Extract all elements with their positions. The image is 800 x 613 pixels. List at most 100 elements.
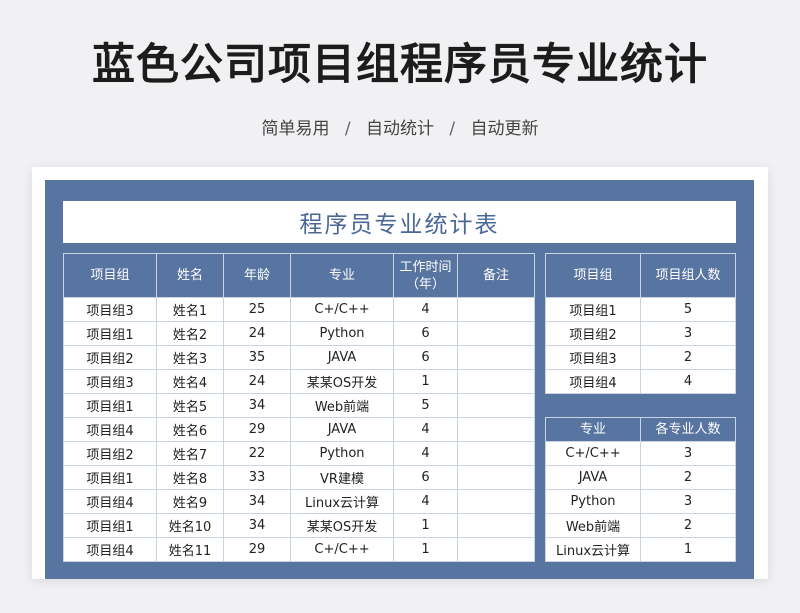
table-cell-work-years: 4 [393, 489, 458, 514]
group-count-table: 项目组 项目组人数 项目组1 5 项目组2 3 项目组3 2 项目组4 4 [545, 253, 736, 394]
table-cell-work-years: 1 [393, 513, 458, 538]
table-cell-major-count: 2 [640, 465, 736, 490]
column-header-major: 专业 [290, 253, 394, 298]
table-cell-age: 34 [223, 489, 291, 514]
column-header-age: 年龄 [223, 253, 291, 298]
tag-separator: / [344, 119, 351, 139]
table-cell-major: Web前端 [545, 513, 641, 538]
column-header-work-years: 工作时间 （年） [393, 253, 458, 298]
table-cell-group-count: 5 [640, 297, 736, 322]
table-cell-name: 姓名10 [156, 513, 224, 538]
table-cell-group: 项目组1 [63, 465, 157, 490]
table-cell-group: 项目组3 [63, 369, 157, 394]
table-header-row: 项目组 姓名 年龄 专业 工作时间 （年） 备注 [63, 253, 535, 298]
table-row: Python 3 [545, 489, 736, 514]
table-cell-name: 姓名11 [156, 537, 224, 562]
table-cell-age: 29 [223, 417, 291, 442]
table-cell-major: JAVA [545, 465, 641, 490]
table-cell-notes [457, 537, 535, 562]
tag-separator: / [449, 119, 456, 139]
page-title: 蓝色公司项目组程序员专业统计 [92, 40, 708, 90]
table-cell-group: 项目组2 [63, 345, 157, 370]
table-cell-major: JAVA [290, 417, 394, 442]
table-cell-notes [457, 297, 535, 322]
table-cell-work-years: 6 [393, 345, 458, 370]
table-row: 项目组4 姓名11 29 C+/C++ 1 [63, 537, 535, 562]
table-cell-age: 25 [223, 297, 291, 322]
table-cell-name: 姓名1 [156, 297, 224, 322]
table-row: 项目组1 5 [545, 297, 736, 322]
table-cell-group-count: 3 [640, 321, 736, 346]
table-cell-notes [457, 369, 535, 394]
table-cell-group: 项目组4 [545, 369, 641, 394]
column-header-group-count: 项目组人数 [640, 253, 736, 298]
major-count-table: 专业 各专业人数 C+/C++ 3 JAVA 2 Python 3 Web前端 2 Linux云计… [545, 417, 736, 562]
table-header-row: 专业 各专业人数 [545, 417, 736, 442]
table-cell-major-count: 1 [640, 537, 736, 562]
column-header-major-count: 各专业人数 [640, 417, 736, 442]
table-row: Linux云计算 1 [545, 537, 736, 562]
table-cell-group: 项目组4 [63, 537, 157, 562]
column-header-major: 专业 [545, 417, 641, 442]
table-cell-notes [457, 417, 535, 442]
table-cell-age: 29 [223, 537, 291, 562]
table-cell-group: 项目组3 [545, 345, 641, 370]
table-cell-major-count: 2 [640, 513, 736, 538]
feature-tags: 简单易用 / 自动统计 / 自动更新 [0, 114, 800, 139]
table-cell-group-count: 4 [640, 369, 736, 394]
table-cell-notes [457, 393, 535, 418]
table-cell-age: 24 [223, 369, 291, 394]
table-cell-group-count: 2 [640, 345, 736, 370]
table-cell-major: Python [290, 441, 394, 466]
spreadsheet-sheet: 程序员专业统计表 项目组 姓名 年龄 专业 工作时间 （年） 备注 项目组3 姓名1 25 C+… [45, 180, 754, 579]
table-cell-work-years: 1 [393, 537, 458, 562]
table-header-row: 项目组 项目组人数 [545, 253, 736, 298]
table-cell-group: 项目组2 [545, 321, 641, 346]
column-header-name: 姓名 [156, 253, 224, 298]
table-cell-notes [457, 321, 535, 346]
table-cell-age: 22 [223, 441, 291, 466]
table-row: 项目组3 2 [545, 345, 736, 370]
tag-auto-update: 自动更新 [470, 119, 539, 139]
table-cell-name: 姓名3 [156, 345, 224, 370]
sheet-title: 程序员专业统计表 [63, 201, 736, 243]
table-row: JAVA 2 [545, 465, 736, 490]
table-row: 项目组2 姓名7 22 Python 4 [63, 441, 535, 466]
table-cell-major: 某某OS开发 [290, 369, 394, 394]
table-row: 项目组2 姓名3 35 JAVA 6 [63, 345, 535, 370]
table-cell-age: 24 [223, 321, 291, 346]
table-cell-major: VR建模 [290, 465, 394, 490]
table-row: 项目组1 姓名2 24 Python 6 [63, 321, 535, 346]
table-cell-age: 34 [223, 393, 291, 418]
table-cell-notes [457, 465, 535, 490]
spreadsheet-preview-card: 程序员专业统计表 项目组 姓名 年龄 专业 工作时间 （年） 备注 项目组3 姓名1 25 C+… [32, 167, 768, 579]
table-row: C+/C++ 3 [545, 441, 736, 466]
table-cell-name: 姓名9 [156, 489, 224, 514]
table-cell-group: 项目组4 [63, 417, 157, 442]
table-cell-notes [457, 513, 535, 538]
table-cell-work-years: 4 [393, 417, 458, 442]
table-row: 项目组1 姓名8 33 VR建模 6 [63, 465, 535, 490]
table-cell-major: Python [290, 321, 394, 346]
table-cell-major-count: 3 [640, 489, 736, 514]
table-cell-major: C+/C++ [290, 297, 394, 322]
table-cell-age: 33 [223, 465, 291, 490]
table-row: 项目组1 姓名10 34 某某OS开发 1 [63, 513, 535, 538]
table-cell-name: 姓名8 [156, 465, 224, 490]
table-row: 项目组3 姓名4 24 某某OS开发 1 [63, 369, 535, 394]
table-cell-name: 姓名4 [156, 369, 224, 394]
table-cell-major: Web前端 [290, 393, 394, 418]
table-cell-name: 姓名2 [156, 321, 224, 346]
tag-auto-stats: 自动统计 [366, 119, 434, 139]
table-row: 项目组4 4 [545, 369, 736, 394]
table-cell-group: 项目组1 [63, 393, 157, 418]
tag-easy: 简单易用 [261, 119, 330, 139]
table-row: 项目组4 姓名9 34 Linux云计算 4 [63, 489, 535, 514]
table-cell-major: 某某OS开发 [290, 513, 394, 538]
table-row: 项目组3 姓名1 25 C+/C++ 4 [63, 297, 535, 322]
table-row: 项目组1 姓名5 34 Web前端 5 [63, 393, 535, 418]
table-cell-work-years: 6 [393, 321, 458, 346]
table-cell-group: 项目组3 [63, 297, 157, 322]
table-cell-group: 项目组4 [63, 489, 157, 514]
table-cell-age: 35 [223, 345, 291, 370]
